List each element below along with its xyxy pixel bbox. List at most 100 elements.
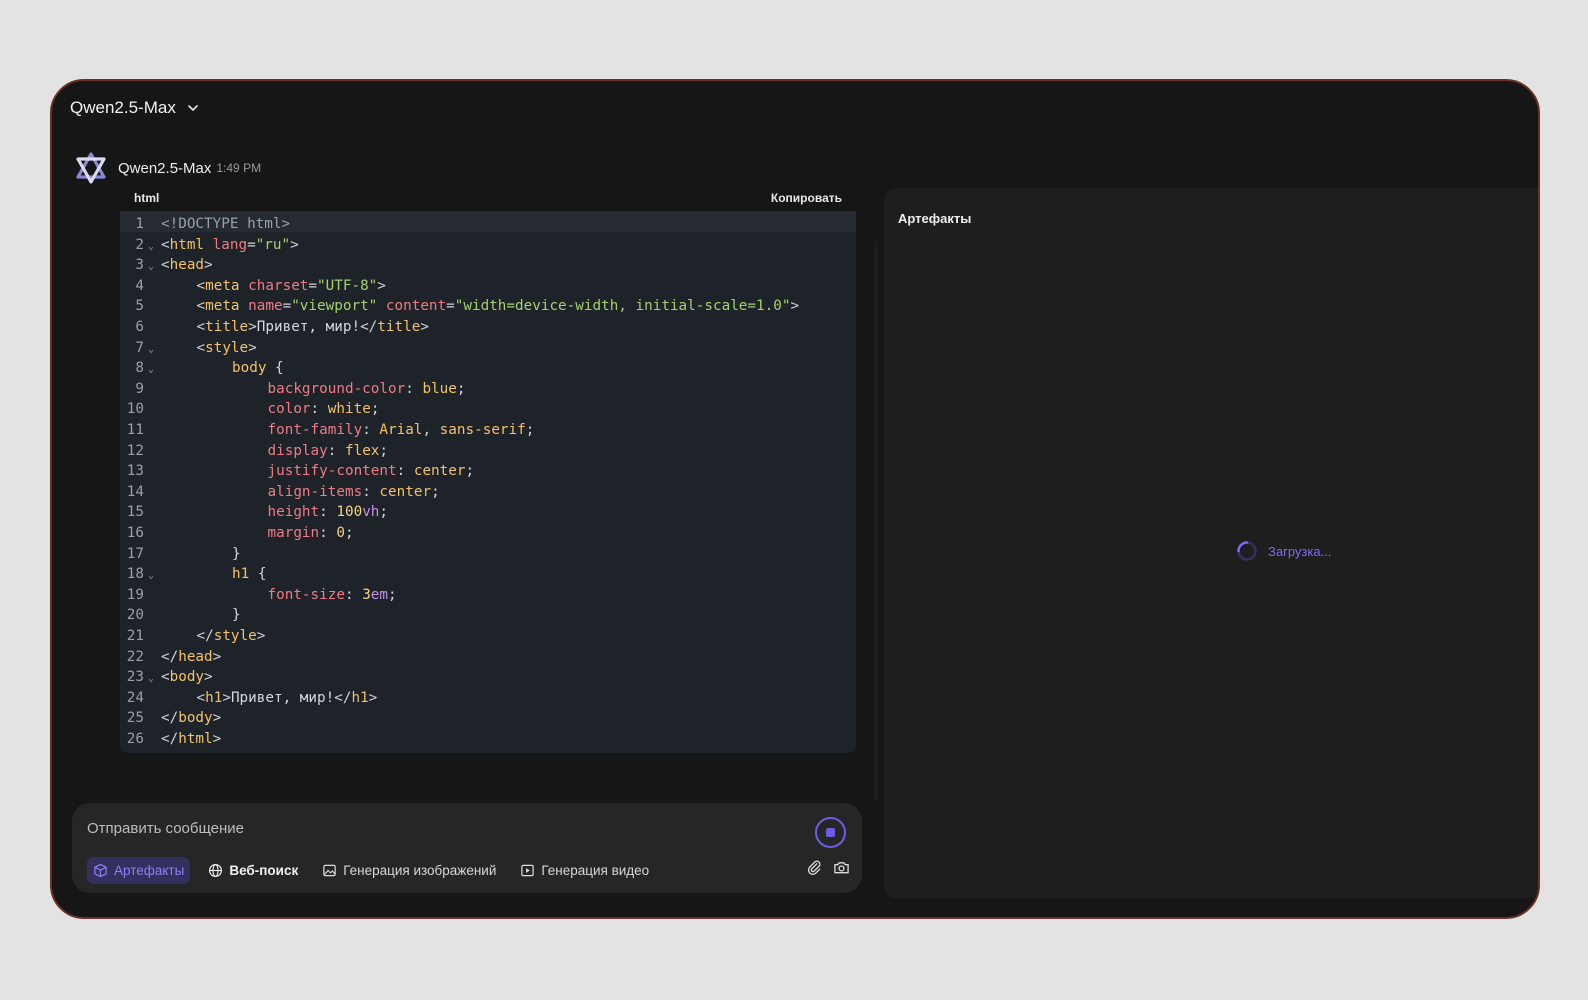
code-token: em xyxy=(370,586,389,603)
video-icon xyxy=(521,864,535,877)
code-token: > xyxy=(204,669,213,686)
fold-toggle-icon[interactable]: ⌄ xyxy=(148,564,154,585)
code-line: color: white; xyxy=(268,399,380,420)
line-number: 21 xyxy=(126,628,144,644)
line-number: 8 xyxy=(135,360,144,377)
code-token: ; xyxy=(379,504,389,521)
line-number: 7 xyxy=(135,339,144,356)
code-line: background-color: blue; xyxy=(268,379,466,400)
code-token: html xyxy=(169,236,205,253)
loading-indicator: Загрузка... xyxy=(1236,540,1331,562)
line-number: 12 xyxy=(126,442,144,459)
line-number: 1 xyxy=(135,216,144,232)
code-token: blue xyxy=(422,380,457,397)
code-line: } xyxy=(232,605,241,626)
code-token: ; xyxy=(456,380,466,397)
code-token: </ xyxy=(196,628,214,644)
code-token: </ xyxy=(334,689,352,706)
code-token: "UTF-8" xyxy=(317,277,378,294)
code-token: < xyxy=(161,236,170,253)
code-line: } xyxy=(232,544,241,565)
code-token: margin xyxy=(267,525,320,541)
code-token: body xyxy=(169,669,205,686)
code-line: align-items: center; xyxy=(268,482,440,503)
code-line: <!DOCTYPE html> xyxy=(161,214,290,235)
code-line: font-family: Arial, sans-serif; xyxy=(268,420,535,441)
code-line: display: flex; xyxy=(268,441,389,462)
code-token: </ xyxy=(360,319,378,335)
code-token: h1 xyxy=(205,689,223,706)
fold-toggle-icon[interactable]: ⌄ xyxy=(148,338,154,359)
copy-button[interactable]: Копировать xyxy=(771,191,842,205)
chip-label: Генерация видео xyxy=(541,863,650,878)
code-token: < xyxy=(196,339,206,356)
fold-toggle-icon[interactable]: ⌄ xyxy=(148,358,154,379)
line-number: 6 xyxy=(135,319,144,335)
code-token: font-size xyxy=(267,586,345,603)
code-line: </html> xyxy=(161,729,221,750)
code-token: { xyxy=(266,360,284,377)
line-number: 18 xyxy=(126,566,144,583)
code-token: center xyxy=(413,463,466,480)
code-token: body xyxy=(178,710,213,727)
code-token: > xyxy=(222,689,231,706)
line-number: 26 xyxy=(126,731,144,747)
chip-video-generation[interactable]: Генерация видео xyxy=(514,857,655,884)
code-line: </style> xyxy=(197,626,266,647)
message-input[interactable]: Отправить сообщение xyxy=(87,820,244,837)
code-token: color xyxy=(267,401,311,418)
stop-icon xyxy=(826,828,835,837)
code-token: white xyxy=(327,401,371,418)
code-header: html Копировать xyxy=(120,185,856,211)
panel-divider[interactable] xyxy=(874,241,878,801)
code-token: } xyxy=(232,545,241,562)
code-line: <body> xyxy=(161,667,213,688)
code-line: <meta name="viewport" content="width=dev… xyxy=(197,296,800,317)
code-token: style xyxy=(205,339,249,356)
code-token: head xyxy=(169,257,205,274)
chip-image-generation[interactable]: Генерация изображений xyxy=(316,857,502,884)
line-number: 9 xyxy=(135,380,144,397)
code-token: </ xyxy=(161,710,179,727)
code-token: content xyxy=(385,298,447,315)
fold-toggle-icon[interactable]: ⌄ xyxy=(148,667,154,688)
code-token: h1 xyxy=(232,566,250,583)
code-token: head xyxy=(178,648,213,665)
code-token: html xyxy=(178,731,213,747)
line-number: 19 xyxy=(126,586,144,603)
code-line: <html lang="ru"> xyxy=(161,235,299,256)
code-token: center xyxy=(379,483,432,500)
code-token: : xyxy=(327,442,345,459)
chip-web-search[interactable]: Веб-поиск xyxy=(202,857,304,884)
message-header: Qwen2.5-Max 1:49 PM xyxy=(74,151,261,185)
code-token: style xyxy=(213,628,257,644)
message-composer[interactable]: Отправить сообщение Артефакты Веб-поиск … xyxy=(72,803,862,893)
chip-artifacts[interactable]: Артефакты xyxy=(87,857,191,884)
fold-toggle-icon[interactable]: ⌄ xyxy=(148,255,154,276)
fold-toggle-icon[interactable]: ⌄ xyxy=(148,235,154,256)
code-token: name xyxy=(248,298,283,315)
camera-icon[interactable] xyxy=(833,859,850,876)
code-token: "width=device-width, initial-scale=1.0" xyxy=(454,298,791,315)
code-line: h1 { xyxy=(232,564,266,585)
code-token: ; xyxy=(465,463,475,480)
code-language: html xyxy=(134,191,160,205)
code-token: sans-serif xyxy=(439,422,526,438)
code-token: 0 xyxy=(336,525,345,541)
line-number: 22 xyxy=(126,648,144,665)
code-token: Привет, мир! xyxy=(256,319,361,335)
stop-generation-button[interactable] xyxy=(815,817,846,848)
code-token: Привет, мир! xyxy=(230,689,335,706)
code-token: < xyxy=(196,277,206,294)
code-token: > xyxy=(290,236,299,253)
code-token: : xyxy=(405,380,423,397)
code-token: > xyxy=(368,689,378,706)
line-number: 5 xyxy=(135,298,144,315)
code-token: : xyxy=(362,422,380,438)
paperclip-icon[interactable] xyxy=(806,859,823,876)
code-token: ; xyxy=(388,586,397,603)
model-selector[interactable]: Qwen2.5-Max xyxy=(70,97,200,119)
code-token: body xyxy=(232,360,267,377)
code-token: = xyxy=(308,277,318,294)
